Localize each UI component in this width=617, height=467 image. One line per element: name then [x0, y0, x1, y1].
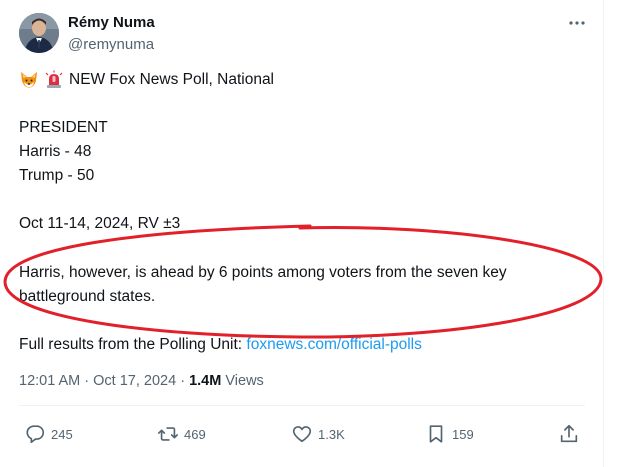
meta-separator: ·: [180, 373, 186, 389]
bookmark-button[interactable]: 159: [425, 422, 474, 446]
like-button[interactable]: 1.3K: [291, 422, 345, 446]
avatar-image: [19, 13, 59, 53]
note-line-1: Harris, however, is ahead by 6 points am…: [19, 264, 507, 281]
like-count: 1.3K: [318, 426, 345, 442]
tweet-meta: 12:01 AM · Oct 17, 2024 · 1.4M Views: [19, 373, 264, 389]
share-icon: [560, 424, 578, 443]
results-link[interactable]: foxnews.com/official-polls: [246, 336, 421, 353]
repost-count: 469: [184, 426, 206, 442]
more-options-icon[interactable]: [566, 12, 588, 34]
section-title: PRESIDENT: [19, 119, 108, 136]
author-display-name[interactable]: Rémy Numa: [68, 14, 155, 31]
fox-face-icon: [19, 70, 39, 90]
reply-button[interactable]: 245: [24, 422, 73, 446]
note-line-2: battleground states.: [19, 288, 156, 305]
full-results-text: Full results from the Polling Unit:: [19, 336, 243, 353]
bookmark-count: 159: [452, 426, 474, 442]
heart-icon: [292, 426, 312, 443]
full-results: Full results from the Polling Unit: foxn…: [19, 335, 422, 355]
result-harris: Harris - 48: [19, 143, 92, 160]
tweet-card: Rémy Numa @remynuma NEW Fox News Poll, N…: [0, 0, 617, 467]
timestamp[interactable]: 12:01 AM · Oct 17, 2024: [19, 373, 176, 389]
column-border: [603, 0, 604, 467]
poll-details: Oct 11-14, 2024, RV ±3: [19, 215, 181, 232]
views-label: Views: [225, 373, 264, 389]
repost-icon: [158, 427, 178, 441]
police-car-light-icon: [44, 70, 64, 90]
bookmark-icon: [429, 425, 443, 443]
repost-button[interactable]: 469: [157, 422, 206, 446]
reply-count: 245: [51, 426, 73, 442]
result-trump: Trump - 50: [19, 167, 95, 184]
reply-icon: [26, 425, 45, 444]
views-count: 1.4M: [189, 373, 222, 389]
share-button[interactable]: [558, 422, 580, 446]
tweet-headline: NEW Fox News Poll, National: [69, 71, 275, 88]
author-handle[interactable]: @remynuma: [68, 36, 154, 53]
avatar[interactable]: [19, 13, 59, 53]
divider: [19, 405, 585, 406]
